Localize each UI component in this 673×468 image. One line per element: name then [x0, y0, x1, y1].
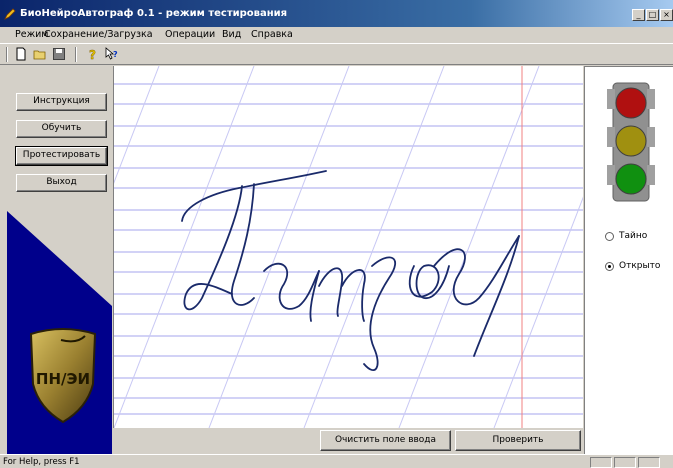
yellow-lamp: [615, 125, 647, 157]
signature-stroke: [309, 267, 366, 322]
minimize-button[interactable]: _: [632, 9, 645, 21]
signature-stroke: [408, 264, 450, 299]
open-folder-icon[interactable]: [33, 47, 47, 61]
signature-stroke: [263, 262, 320, 310]
right-panel: Тайно Открыто: [584, 66, 673, 454]
train-button[interactable]: Обучить: [16, 120, 107, 138]
ruled-paper: [114, 66, 583, 428]
mode-open-radio[interactable]: [605, 262, 614, 271]
status-pane-1: [590, 457, 612, 468]
mode-open-label: Открыто: [619, 261, 661, 271]
status-pane-2: [614, 457, 636, 468]
svg-text:?: ?: [89, 48, 96, 61]
traffic-light-icon: [607, 82, 655, 202]
menu-bar: Режим Сохранение/Загрузка Операции Вид С…: [0, 27, 673, 43]
toolbar-grip: [6, 47, 8, 62]
slant-guide-line: [303, 66, 445, 428]
menu-save-load[interactable]: Сохранение/Загрузка: [44, 29, 153, 40]
slant-guide-line: [114, 66, 160, 184]
svg-text:ПН/ЭИ: ПН/ЭИ: [36, 370, 90, 388]
menu-view[interactable]: Вид: [222, 29, 241, 40]
signature-stroke: [231, 183, 255, 306]
red-lamp: [615, 87, 647, 119]
mode-secret-radio[interactable]: [605, 232, 614, 241]
test-button[interactable]: Протестировать: [15, 146, 108, 166]
instruction-button[interactable]: Инструкция: [16, 93, 107, 111]
window-title: БиоНейроАвтограф 0.1 - режим тестировани…: [20, 8, 288, 19]
svg-text:?: ?: [113, 50, 118, 59]
slant-guide-line: [114, 66, 255, 428]
status-bar: For Help, press F1: [0, 454, 673, 468]
mode-secret-label: Тайно: [619, 231, 648, 241]
help-icon[interactable]: ?: [86, 47, 100, 61]
signature-input-canvas[interactable]: [113, 66, 583, 428]
toolbar: ? ?: [0, 43, 673, 65]
context-help-icon[interactable]: ?: [105, 47, 119, 61]
status-text: For Help, press F1: [3, 457, 80, 467]
left-panel: Инструкция Обучить Протестировать Выход …: [7, 66, 112, 454]
menu-help[interactable]: Справка: [251, 29, 293, 40]
menu-operations[interactable]: Операции: [165, 29, 215, 40]
clear-input-button[interactable]: Очистить поле ввода: [320, 430, 451, 451]
green-lamp: [615, 163, 647, 195]
close-button[interactable]: ×: [660, 9, 673, 21]
toolbar-separator: [75, 47, 77, 62]
status-pane-3: [638, 457, 660, 468]
new-file-icon[interactable]: [14, 47, 28, 61]
title-bar: БиоНейроАвтограф 0.1 - режим тестировани…: [0, 0, 673, 27]
slant-guide-line: [493, 196, 583, 428]
save-disk-icon[interactable]: [52, 47, 66, 61]
slant-guide-line: [398, 66, 540, 428]
exit-button[interactable]: Выход: [16, 174, 107, 192]
slant-guide-line: [208, 66, 350, 428]
app-pen-icon: [4, 8, 16, 20]
check-button[interactable]: Проверить: [455, 430, 581, 451]
pnei-shield-logo: ПН/ЭИ: [29, 328, 97, 424]
maximize-button[interactable]: □: [646, 9, 659, 21]
